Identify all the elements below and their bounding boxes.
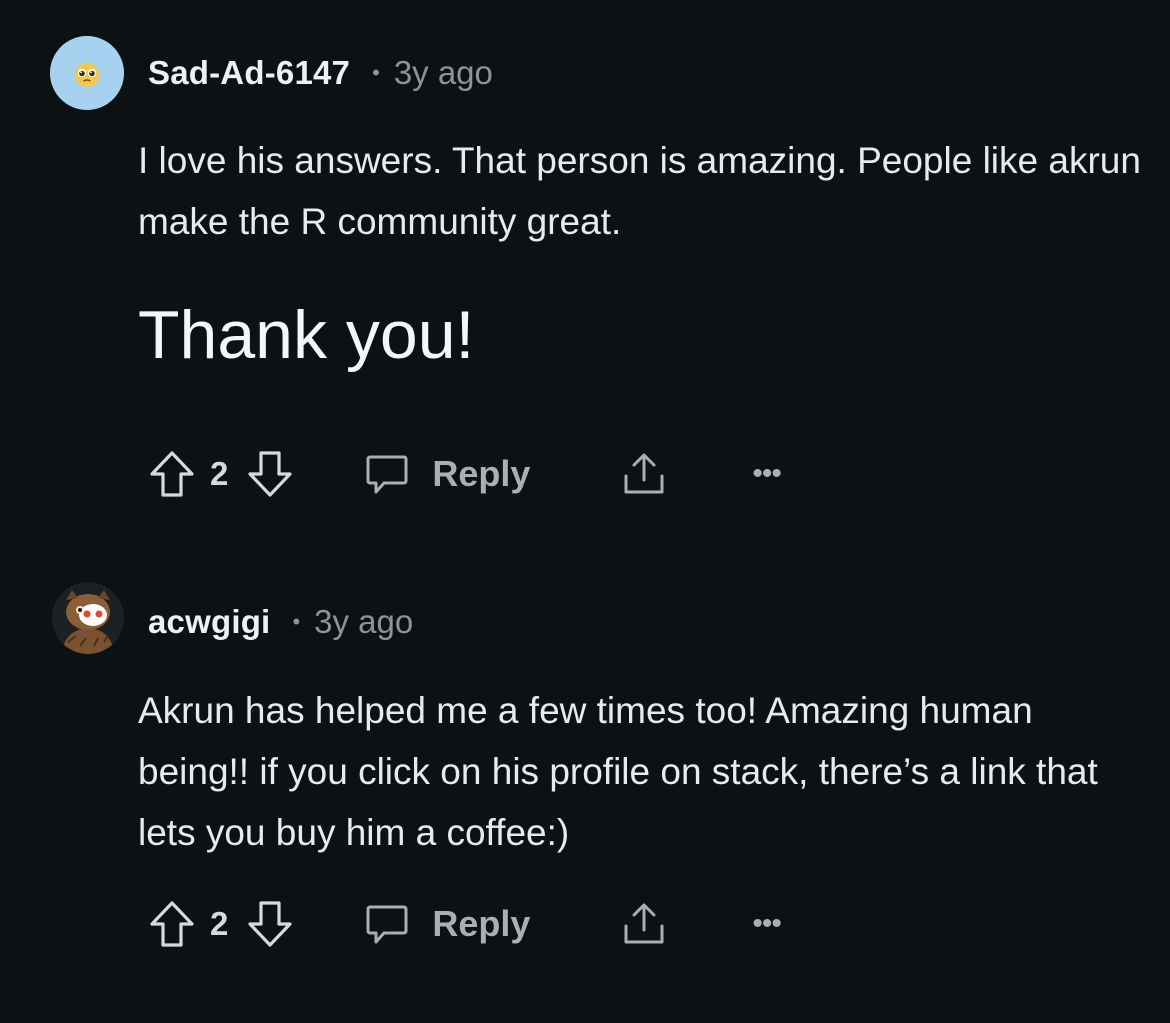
timestamp: 3y ago bbox=[393, 54, 493, 91]
downvote-icon[interactable] bbox=[246, 449, 294, 499]
username-link[interactable]: Sad-Ad-6147 bbox=[148, 54, 350, 92]
reply-label: Reply bbox=[432, 903, 531, 944]
vote-count: 2 bbox=[210, 905, 229, 942]
comment-body: I love his answers. That person is amazi… bbox=[138, 130, 1148, 380]
user-avatar[interactable] bbox=[52, 582, 124, 654]
more-options-button[interactable]: ••• bbox=[752, 457, 781, 491]
upvote-icon[interactable] bbox=[148, 449, 196, 499]
separator-dot: • bbox=[292, 609, 301, 634]
more-options-button[interactable]: ••• bbox=[752, 907, 781, 941]
comment: Sad-Ad-6147 • 3y ago I love his answers.… bbox=[0, 0, 1170, 540]
share-icon[interactable] bbox=[620, 450, 668, 498]
comment-bubble-icon bbox=[364, 901, 410, 947]
comment-body: Akrun has helped me a few times too! Ama… bbox=[138, 680, 1148, 863]
comment-paragraph: Akrun has helped me a few times too! Ama… bbox=[138, 690, 1098, 853]
comment-bubble-icon bbox=[364, 451, 410, 497]
comment-actions: 2 Reply ••• bbox=[148, 444, 782, 504]
upvote-icon[interactable] bbox=[148, 899, 196, 949]
comment-actions: 2 Reply ••• bbox=[148, 894, 782, 954]
separator-dot: • bbox=[372, 60, 380, 85]
comment-meta: Sad-Ad-6147 • 3y ago bbox=[148, 50, 493, 96]
username-link[interactable]: acwgigi bbox=[148, 603, 270, 641]
comment-large-text: Thank you! bbox=[138, 297, 475, 373]
pleading-face-icon bbox=[50, 36, 124, 110]
comment-meta: acwgigi • 3y ago bbox=[148, 600, 413, 644]
comment: acwgigi • 3y ago Akrun has helped me a f… bbox=[0, 560, 1170, 1023]
snoo-owl-avatar-icon bbox=[52, 582, 124, 654]
timestamp: 3y ago bbox=[314, 603, 414, 640]
reply-button[interactable]: Reply bbox=[364, 901, 530, 947]
reply-label: Reply bbox=[432, 453, 531, 494]
reply-button[interactable]: Reply bbox=[364, 451, 530, 497]
vote-count: 2 bbox=[210, 455, 229, 492]
comment-paragraph: I love his answers. That person is amazi… bbox=[138, 140, 1141, 242]
share-icon[interactable] bbox=[620, 900, 668, 948]
downvote-icon[interactable] bbox=[246, 899, 294, 949]
user-avatar[interactable] bbox=[50, 36, 124, 110]
